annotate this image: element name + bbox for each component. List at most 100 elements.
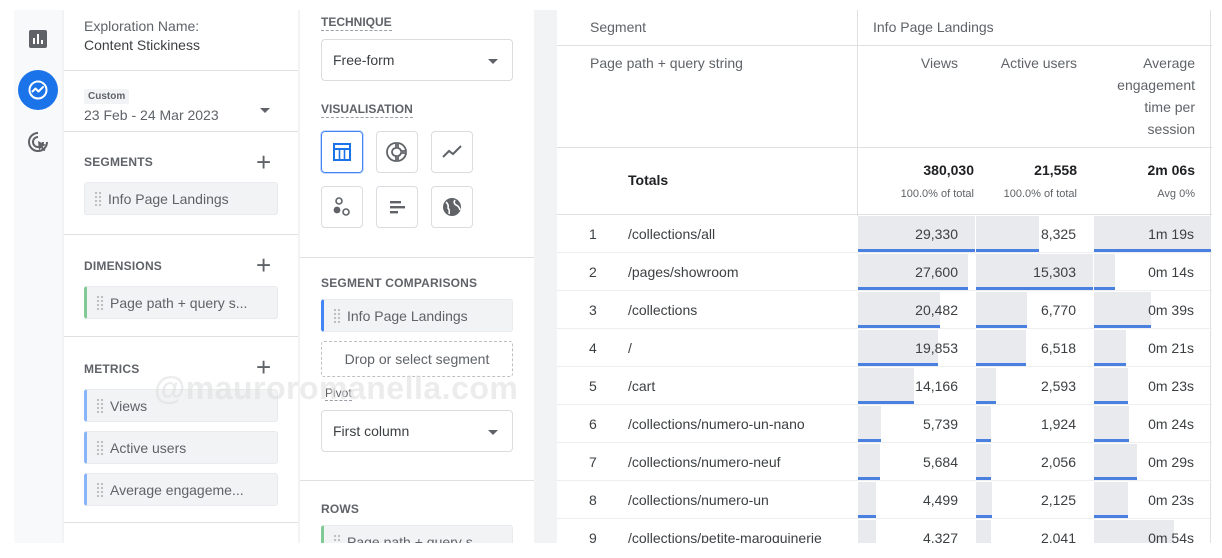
page-path[interactable]: /collections/numero-un (628, 492, 769, 508)
reports-nav-button[interactable] (18, 19, 58, 59)
explore-nav-button[interactable] (18, 70, 58, 110)
page-path[interactable]: /collections/all (628, 226, 715, 242)
views-cell: 20,482 (858, 291, 975, 329)
viz-line-button[interactable] (431, 131, 473, 173)
row-index: 4 (589, 340, 597, 356)
drag-handle-icon[interactable] (96, 481, 104, 498)
drag-handle-icon[interactable] (96, 439, 104, 456)
page-path[interactable]: / (628, 340, 632, 356)
value-bar (1094, 325, 1151, 328)
segment-comparison-chip[interactable]: Info Page Landings (321, 299, 513, 332)
segment-comparisons-section: SEGMENT COMPARISONS Info Page Landings D… (300, 276, 534, 452)
page-path[interactable]: /pages/showroom (628, 264, 739, 280)
table-row[interactable]: 6/collections/numero-un-nano 5,739 1,924 0m… (557, 405, 1212, 443)
viz-geo-button[interactable] (431, 186, 473, 228)
value-bar (858, 287, 968, 290)
page-path[interactable]: /cart (628, 378, 655, 394)
viz-table-button[interactable] (321, 131, 363, 173)
drag-handle-icon[interactable] (333, 307, 341, 324)
views-header[interactable]: Views (873, 52, 958, 74)
active-users-header[interactable]: Active users (977, 52, 1077, 74)
advertising-nav-button[interactable] (18, 122, 58, 162)
page-path[interactable]: /collections/numero-un-nano (628, 416, 805, 432)
drag-handle-icon[interactable] (333, 533, 341, 543)
drop-segment-zone[interactable]: Drop or select segment (321, 341, 513, 377)
active-users-cell: 1,924 (976, 405, 1093, 443)
add-segment-button[interactable]: + (256, 149, 271, 175)
cell-value: 2,593 (1040, 378, 1076, 394)
viz-scatter-button[interactable] (321, 186, 363, 228)
page-path[interactable]: /collections/petite-maroquinerie (628, 530, 822, 543)
totals-label: Totals (628, 172, 669, 188)
table-row[interactable]: 7/collections/numero-neuf 5,684 2,056 0m 29… (557, 443, 1212, 481)
segment-chip[interactable]: Info Page Landings (84, 182, 278, 215)
chevron-down-icon (488, 430, 498, 435)
views-cell: 4,327 (858, 519, 975, 543)
scatter-plot-icon (333, 197, 350, 216)
table-row[interactable]: 9/collections/petite-maroquinerie 4,327 2,… (557, 519, 1212, 543)
rows-title: ROWS (321, 502, 360, 516)
rows-section: ROWS Page path + query s... (300, 502, 534, 543)
value-bar (858, 515, 876, 518)
drag-handle-icon[interactable] (94, 190, 102, 207)
avg-engagement-cell: 0m 54s (1094, 519, 1211, 543)
value-fill (1094, 444, 1137, 479)
pivot-value: First column (333, 423, 410, 439)
divider (300, 480, 534, 481)
page-path[interactable]: /collections (628, 302, 697, 318)
row-index: 9 (589, 530, 597, 543)
rows-dimension-chip[interactable]: Page path + query s... (321, 525, 513, 543)
drag-handle-icon[interactable] (96, 294, 104, 311)
value-fill (1094, 482, 1128, 517)
segment-comparisons-title: SEGMENT COMPARISONS (321, 276, 478, 290)
cell-value: 0m 54s (1148, 530, 1194, 543)
cell-value: 4,499 (922, 492, 958, 508)
table-row[interactable]: 4 / 19,853 6,518 0m 21s (557, 329, 1212, 367)
cell-value: 15,303 (1033, 264, 1076, 280)
drag-handle-icon[interactable] (96, 397, 104, 414)
advertising-icon (28, 132, 48, 152)
pivot-select[interactable]: First column (321, 410, 513, 452)
viz-bar-button[interactable] (376, 186, 418, 228)
table-row[interactable]: 8/collections/numero-un 4,499 2,125 0m 23s (557, 481, 1212, 519)
metric-chip[interactable]: Average engageme... (84, 473, 278, 506)
avg-engagement-header[interactable]: Average engagement time per session (1102, 52, 1195, 140)
value-fill (1094, 292, 1151, 327)
avg-engagement-cell: 0m 21s (1094, 329, 1211, 367)
table-row[interactable]: 1/collections/all 29,330 8,325 1m 19s (557, 215, 1212, 253)
bar-chart-icon (390, 201, 405, 214)
date-range-picker[interactable]: Custom 23 Feb - 24 Mar 2023 (64, 71, 298, 132)
metric-chip[interactable]: Views (84, 389, 278, 422)
value-bar (976, 477, 991, 480)
active-users-cell: 2,125 (976, 481, 1093, 519)
chevron-down-icon (488, 59, 498, 64)
total-active-users-share: 100.0% of total (1003, 188, 1077, 200)
technique-select[interactable]: Free-form (321, 39, 513, 81)
total-avg-engagement: 2m 06s (1147, 162, 1195, 178)
add-dimension-button[interactable]: + (256, 252, 271, 278)
segment-chip-label: Info Page Landings (108, 190, 229, 207)
metric-chip[interactable]: Active users (84, 431, 278, 464)
cell-value: 0m 14s (1148, 264, 1194, 280)
metrics-section: METRICS + Views Active users Average eng… (64, 337, 298, 523)
avg-engagement-cell: 0m 29s (1094, 443, 1211, 481)
dimension-header[interactable]: Page path + query string (590, 55, 743, 71)
table-row[interactable]: 2/pages/showroom 27,600 15,303 0m 14s (557, 253, 1212, 291)
dimension-chip[interactable]: Page path + query s... (84, 286, 278, 319)
active-users-cell: 6,770 (976, 291, 1093, 329)
value-bar (858, 325, 940, 328)
divider (300, 257, 534, 258)
pivot-label: Pivot (325, 386, 352, 401)
row-index: 8 (589, 492, 597, 508)
viz-donut-button[interactable] (376, 131, 418, 173)
value-bar (858, 439, 881, 442)
table-row[interactable]: 3/collections 20,482 6,770 0m 39s (557, 291, 1212, 329)
page-path[interactable]: /collections/numero-neuf (628, 454, 781, 470)
exploration-name-input[interactable]: Content Stickiness (84, 37, 278, 53)
explore-icon (28, 80, 48, 100)
value-bar (858, 249, 975, 252)
metric-chip-label: Views (110, 397, 148, 414)
technique-section: TECHNIQUE Free-form (300, 13, 534, 81)
table-row[interactable]: 5/cart 14,166 2,593 0m 23s (557, 367, 1212, 405)
add-metric-button[interactable]: + (256, 354, 271, 380)
